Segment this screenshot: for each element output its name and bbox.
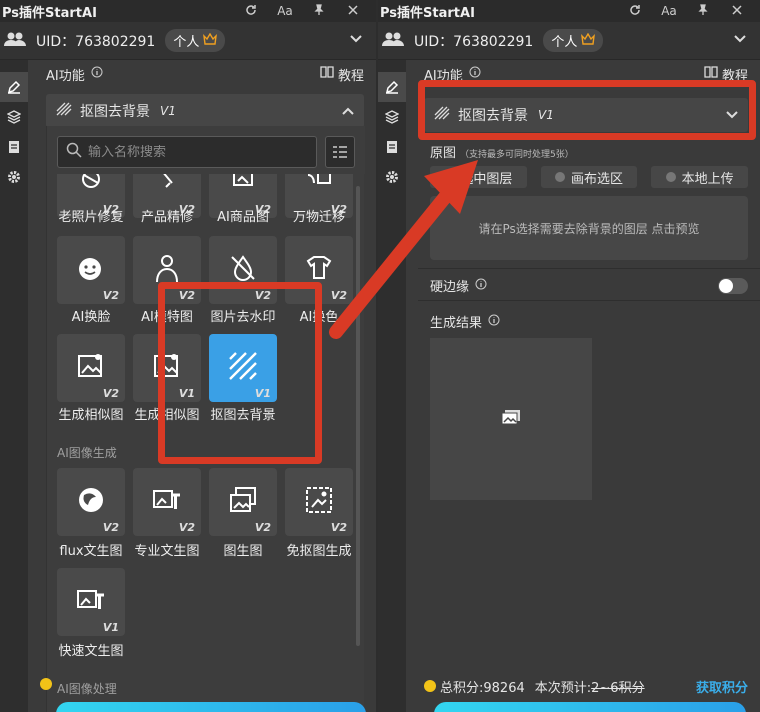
annotation-arrow: [329, 160, 478, 339]
